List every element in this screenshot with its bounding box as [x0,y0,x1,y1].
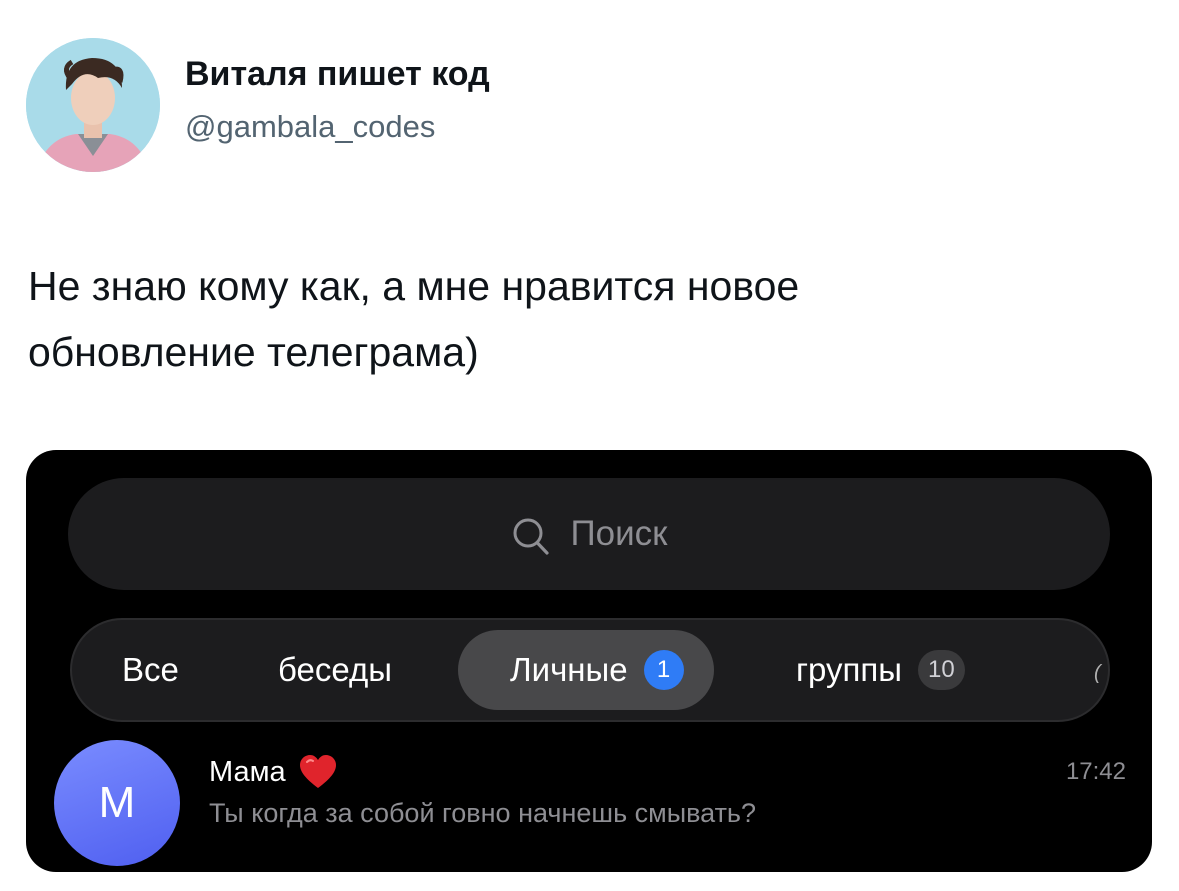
tab-groups[interactable]: группы 10 [796,630,965,710]
tab-label: группы [796,651,902,688]
avatar-photo [26,38,160,172]
tweet-text-line: обновление телеграма) [28,329,479,375]
search-bar[interactable]: Поиск [68,478,1110,590]
chat-time: 17:42 [1065,758,1126,785]
chat-last-message: Ты когда за собой говно начнешь смывать? [209,798,757,828]
tweet-text-line: Не знаю кому как, а мне нравится новое [28,263,800,309]
unread-badge: 10 [917,650,965,690]
heart-icon [299,755,336,788]
author-display-name[interactable]: Виталя пишет код [185,55,490,94]
tab-label: Личные [510,651,628,688]
chat-avatar: M [54,740,180,866]
chat-list-item[interactable]: M Мама 17:42 Ты когда за собой говно нач… [26,734,1152,872]
author-handle[interactable]: @gambala_codes [185,109,435,145]
search-icon [513,518,549,555]
tab-conversations[interactable]: беседы [278,630,392,710]
tab-label: Все [122,651,179,688]
chat-name-text: Мама [209,755,286,788]
chat-name: Мама [209,754,338,790]
tab-personal[interactable]: Личные 1 [458,630,714,710]
tab-label: беседы [278,651,392,688]
folder-tabs: Все беседы Личные 1 группы 10 ( [70,618,1110,722]
unread-badge: 1 [643,650,684,690]
tabs-overflow-indicator: ( [1094,662,1101,684]
search-placeholder: Поиск [570,514,668,553]
tweet-text: Не знаю кому как, а мне нравится новое о… [28,253,1128,385]
author-avatar[interactable] [26,38,160,172]
telegram-screenshot[interactable]: Поиск Все беседы Личные 1 группы 10 ( M … [26,450,1152,872]
tab-all[interactable]: Все [122,630,179,710]
